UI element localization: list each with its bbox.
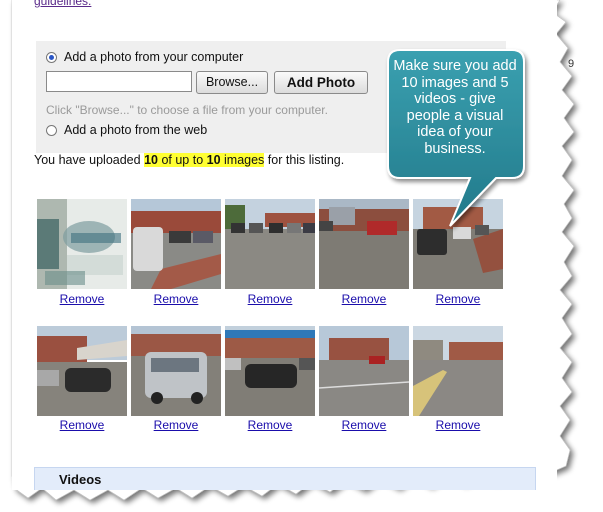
status-prefix: You have uploaded <box>34 153 145 167</box>
status-suffix: for this listing. <box>264 153 345 167</box>
car-lot-photo <box>225 326 315 416</box>
uploaded-count: 10 <box>144 153 158 167</box>
car-lot-photo <box>131 326 221 416</box>
upload-count-status: You have uploaded 10 of up to 10 images … <box>34 153 344 167</box>
remove-photo-link[interactable]: Remove <box>413 292 503 306</box>
photo-thumb-10[interactable] <box>413 326 503 416</box>
photo-thumb-4[interactable] <box>319 199 409 289</box>
photo-thumb-5[interactable] <box>413 199 503 289</box>
remove-photo-link[interactable]: Remove <box>225 292 315 306</box>
videos-heading: Videos <box>59 472 102 487</box>
file-path-input[interactable] <box>46 71 192 92</box>
status-unit: images <box>220 153 265 167</box>
remove-photo-link[interactable]: Remove <box>225 418 315 432</box>
status-middle: of up to <box>157 153 207 167</box>
street-photo <box>413 326 503 416</box>
remove-photo-link[interactable]: Remove <box>37 292 127 306</box>
callout-text: Make sure you add 10 images and 5 videos… <box>393 58 517 157</box>
car-lot-photo <box>225 199 315 289</box>
remove-photo-link[interactable]: Remove <box>131 418 221 432</box>
car-lot-photo <box>319 199 409 289</box>
option-web-label: Add a photo from the web <box>64 123 208 137</box>
status-highlight: 10 of up to 10 images <box>144 153 265 167</box>
browse-button[interactable]: Browse... <box>196 71 268 94</box>
street-photo <box>319 326 409 416</box>
photo-thumb-9[interactable] <box>319 326 409 416</box>
photo-thumb-7[interactable] <box>131 326 221 416</box>
remove-photo-link[interactable]: Remove <box>413 418 503 432</box>
photo-thumb-8[interactable] <box>225 326 315 416</box>
remove-photo-link[interactable]: Remove <box>37 418 127 432</box>
remove-photo-link[interactable]: Remove <box>131 292 221 306</box>
photo-thumb-6[interactable] <box>37 326 127 416</box>
option-computer-label: Add a photo from your computer <box>64 50 244 64</box>
image-limit: 10 <box>206 153 221 167</box>
car-lot-photo <box>131 199 221 289</box>
car-lot-photo <box>37 326 127 416</box>
blurred-logo-photo <box>37 199 127 289</box>
videos-section: Videos <box>34 467 536 490</box>
photo-thumb-2[interactable] <box>131 199 221 289</box>
right-edge-glyph: 9 <box>568 58 575 70</box>
radio-from-computer[interactable] <box>46 52 57 63</box>
browse-hint: Click "Browse..." to choose a file from … <box>46 103 328 117</box>
remove-photo-link[interactable]: Remove <box>319 292 409 306</box>
radio-from-web[interactable] <box>46 125 57 136</box>
add-photo-button[interactable]: Add Photo <box>274 71 368 94</box>
photo-thumb-3[interactable] <box>225 199 315 289</box>
photo-thumb-1[interactable] <box>37 199 127 289</box>
guidelines-link[interactable]: guidelines. <box>34 0 91 8</box>
remove-photo-link[interactable]: Remove <box>319 418 409 432</box>
car-lot-photo <box>413 199 503 289</box>
